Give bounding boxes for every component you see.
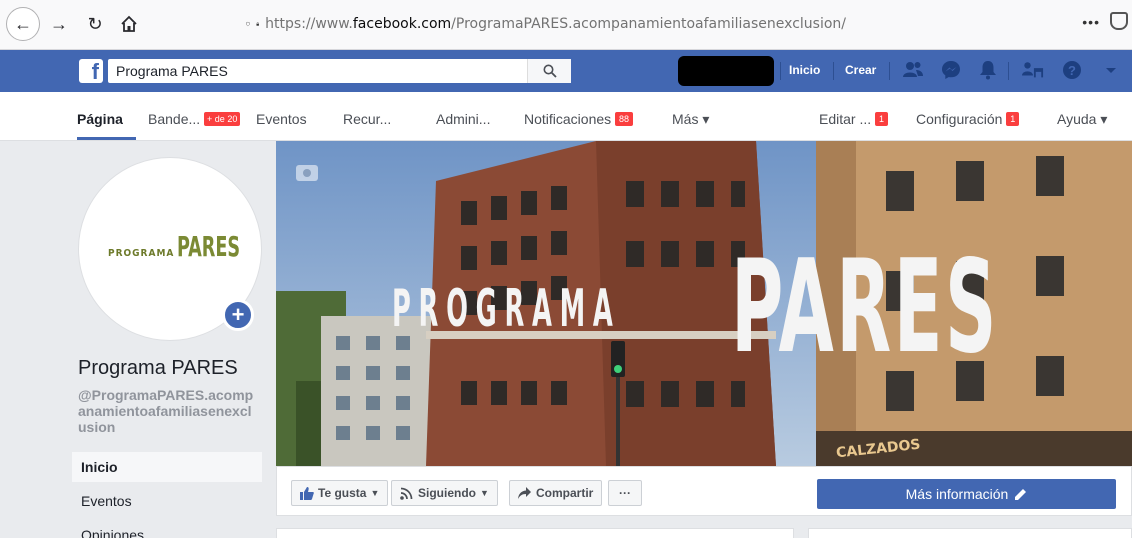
share-button[interactable]: Compartir <box>509 480 603 506</box>
divider <box>780 62 781 80</box>
find-friends-icon[interactable] <box>1022 60 1044 80</box>
home-icon <box>121 15 137 32</box>
notifications-bell-icon[interactable] <box>977 60 999 80</box>
cover-photo[interactable]: PROGRAMA PARES CALZADOS <box>276 141 1132 466</box>
tab-recursos[interactable]: Recur... <box>343 111 391 127</box>
arrow-left-icon: ← <box>14 13 32 34</box>
tab-configuracion[interactable]: Configuración 1 <box>916 111 1020 127</box>
home-link[interactable]: Inicio <box>789 63 820 77</box>
following-label: Siguiendo <box>418 486 476 500</box>
facebook-top-bar: f Programa PARES Inicio Crear ? <box>0 50 1132 92</box>
svg-text:?: ? <box>1068 63 1076 78</box>
cover-title-programa: PROGRAMA <box>392 279 621 339</box>
tab-eventos[interactable]: Eventos <box>256 111 307 127</box>
tab-administrador[interactable]: Admini... <box>436 111 490 127</box>
divider <box>833 62 834 80</box>
plus-icon: + <box>231 302 245 327</box>
facebook-logo[interactable]: f <box>79 59 103 83</box>
search-input[interactable]: Programa PARES <box>108 63 527 79</box>
content-card <box>808 528 1132 538</box>
share-label: Compartir <box>536 486 594 500</box>
cover-title-pares: PARES <box>731 233 999 382</box>
more-actions-button[interactable]: ··· <box>608 480 642 506</box>
url-prefix: https://www. <box>265 16 353 32</box>
chevron-down-icon: ▼ <box>370 488 380 498</box>
page-actions-bar: Te gusta ▼ Siguiendo ▼ Compartir ··· Más… <box>276 466 1132 516</box>
logo-big-text: PARES <box>177 230 241 263</box>
search-box[interactable]: Programa PARES <box>108 59 571 83</box>
shield-icon <box>246 21 250 27</box>
page-actions-button[interactable]: ••• <box>1082 14 1100 30</box>
sidebar-item-opiniones[interactable]: Opiniones <box>72 520 262 538</box>
sidebar-item-inicio[interactable]: Inicio <box>72 452 262 482</box>
camera-icon[interactable] <box>296 165 318 181</box>
search-icon <box>543 64 557 78</box>
tab-pagina[interactable]: Página <box>77 111 123 127</box>
rss-icon <box>400 487 413 500</box>
like-button[interactable]: Te gusta ▼ <box>291 480 389 506</box>
tab-notificaciones-label: Notificaciones <box>524 111 612 127</box>
reload-button[interactable]: ↻ <box>80 9 110 39</box>
programa-pares-logo: PROGRAMA PARES <box>108 230 268 263</box>
more-info-label: Más información <box>905 486 1009 502</box>
account-menu-chevron-icon[interactable] <box>1100 60 1122 80</box>
tab-notificaciones[interactable]: Notificaciones 88 <box>524 111 634 127</box>
notificaciones-badge: 88 <box>615 112 634 126</box>
editar-badge: 1 <box>875 112 889 126</box>
lock-icon <box>256 22 259 26</box>
chevron-down-icon: ▼ <box>480 488 489 498</box>
tab-ayuda[interactable]: Ayuda ▾ <box>1057 111 1107 128</box>
page-name[interactable]: Programa PARES <box>78 357 238 380</box>
sidebar-item-eventos[interactable]: Eventos <box>72 486 262 516</box>
page-admin-nav: Página Bande... + de 20 Eventos Recur...… <box>0 92 1132 141</box>
url-path: /ProgramaPARES.acompanamientoafamiliasen… <box>451 16 846 32</box>
divider <box>889 62 890 80</box>
reload-icon: ↻ <box>87 13 103 34</box>
home-button[interactable] <box>114 9 144 39</box>
pencil-icon <box>1015 488 1027 500</box>
content-card <box>276 528 794 538</box>
following-button[interactable]: Siguiendo ▼ <box>391 480 498 506</box>
bandeja-badge: + de 20 <box>204 112 241 126</box>
more-info-button[interactable]: Más información <box>817 479 1116 509</box>
page-username[interactable]: @ProgramaPARES.acompanamientoafamiliasen… <box>78 387 258 435</box>
forward-button[interactable]: → <box>44 9 74 39</box>
help-icon[interactable]: ? <box>1061 60 1083 80</box>
like-label: Te gusta <box>318 486 367 500</box>
messenger-icon[interactable] <box>940 60 962 80</box>
redacted-user-area <box>678 56 774 86</box>
back-button[interactable]: ← <box>6 7 40 41</box>
search-button[interactable] <box>527 59 571 83</box>
tab-mas[interactable]: Más ▾ <box>672 111 709 128</box>
tab-editar[interactable]: Editar ... 1 <box>819 111 889 127</box>
configuracion-badge: 1 <box>1006 112 1020 126</box>
create-link[interactable]: Crear <box>845 63 876 77</box>
pocket-icon[interactable] <box>1110 12 1128 30</box>
tab-bandeja-label: Bande... <box>148 111 201 127</box>
share-arrow-icon <box>518 487 531 499</box>
tab-editar-label: Editar ... <box>819 111 872 127</box>
add-profile-photo-button[interactable]: + <box>222 299 254 331</box>
friends-icon[interactable] <box>902 60 924 80</box>
url-domain: facebook.com <box>352 16 452 32</box>
active-tab-indicator <box>77 137 136 140</box>
browser-toolbar: ← → ↻ https://www. facebook.com/ProgramaP… <box>0 0 1132 50</box>
divider <box>1008 62 1009 80</box>
tab-bandeja[interactable]: Bande... + de 20 <box>148 111 241 127</box>
tab-configuracion-label: Configuración <box>916 111 1003 127</box>
thumbs-up-icon <box>300 486 314 500</box>
arrow-right-icon: → <box>50 13 68 34</box>
logo-small-text: PROGRAMA <box>108 248 175 259</box>
url-bar[interactable]: https://www. facebook.com/ProgramaPARES.a… <box>246 10 846 38</box>
